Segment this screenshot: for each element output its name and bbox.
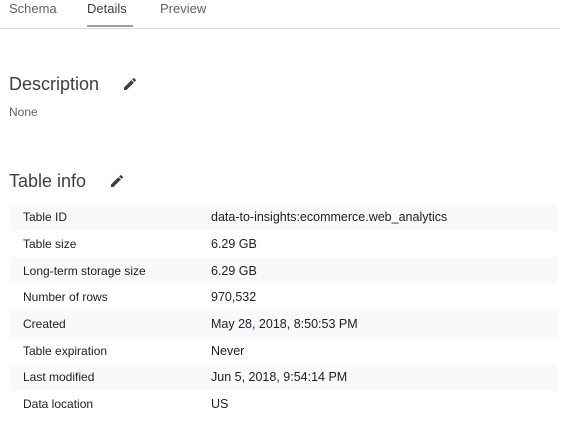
description-heading: Description — [9, 74, 100, 94]
info-label: Table ID — [23, 210, 68, 225]
info-row-number-of-rows: Number of rows 970,532 — [9, 284, 558, 311]
info-label: Table expiration — [23, 343, 108, 358]
info-value: 970,532 — [211, 290, 257, 305]
tab-schema[interactable]: Schema — [9, 0, 57, 27]
info-value: Jun 5, 2018, 9:54:14 PM — [211, 370, 348, 385]
info-label: Created — [23, 317, 66, 332]
active-tab-indicator — [87, 25, 133, 27]
info-value: Never — [211, 343, 245, 358]
tab-bar: Schema Details Preview — [0, 0, 560, 29]
info-label: Number of rows — [23, 290, 108, 305]
info-row-last-modified: Last modified Jun 5, 2018, 9:54:14 PM — [9, 364, 558, 391]
tab-details[interactable]: Details — [87, 0, 127, 27]
info-value: data-to-insights:ecommerce.web_analytics — [211, 210, 448, 225]
info-row-table-size: Table size 6.29 GB — [9, 231, 558, 258]
table-details-page: Schema Details Preview Description None … — [0, 0, 574, 422]
info-label: Table size — [23, 237, 77, 252]
description-value: None — [9, 105, 38, 119]
info-row-created: Created May 28, 2018, 8:50:53 PM — [9, 310, 558, 338]
table-info-heading: Table info — [9, 171, 87, 191]
info-row-data-location: Data location US — [9, 391, 558, 418]
tab-preview[interactable]: Preview — [160, 0, 206, 27]
info-label: Long-term storage size — [23, 263, 146, 278]
info-row-table-id: Table ID data-to-insights:ecommerce.web_… — [9, 204, 558, 231]
info-value: May 28, 2018, 8:50:53 PM — [211, 317, 358, 332]
edit-table-info-pencil-icon[interactable] — [109, 173, 125, 189]
info-value: 6.29 GB — [211, 237, 257, 252]
info-label: Last modified — [23, 370, 95, 385]
info-value: 6.29 GB — [211, 263, 257, 278]
info-row-long-term-storage-size: Long-term storage size 6.29 GB — [9, 257, 558, 285]
edit-description-pencil-icon[interactable] — [122, 76, 138, 92]
info-row-table-expiration: Table expiration Never — [9, 337, 558, 364]
info-label: Data location — [23, 397, 94, 412]
table-info-list: Table ID data-to-insights:ecommerce.web_… — [9, 204, 558, 418]
info-value: US — [211, 397, 229, 412]
